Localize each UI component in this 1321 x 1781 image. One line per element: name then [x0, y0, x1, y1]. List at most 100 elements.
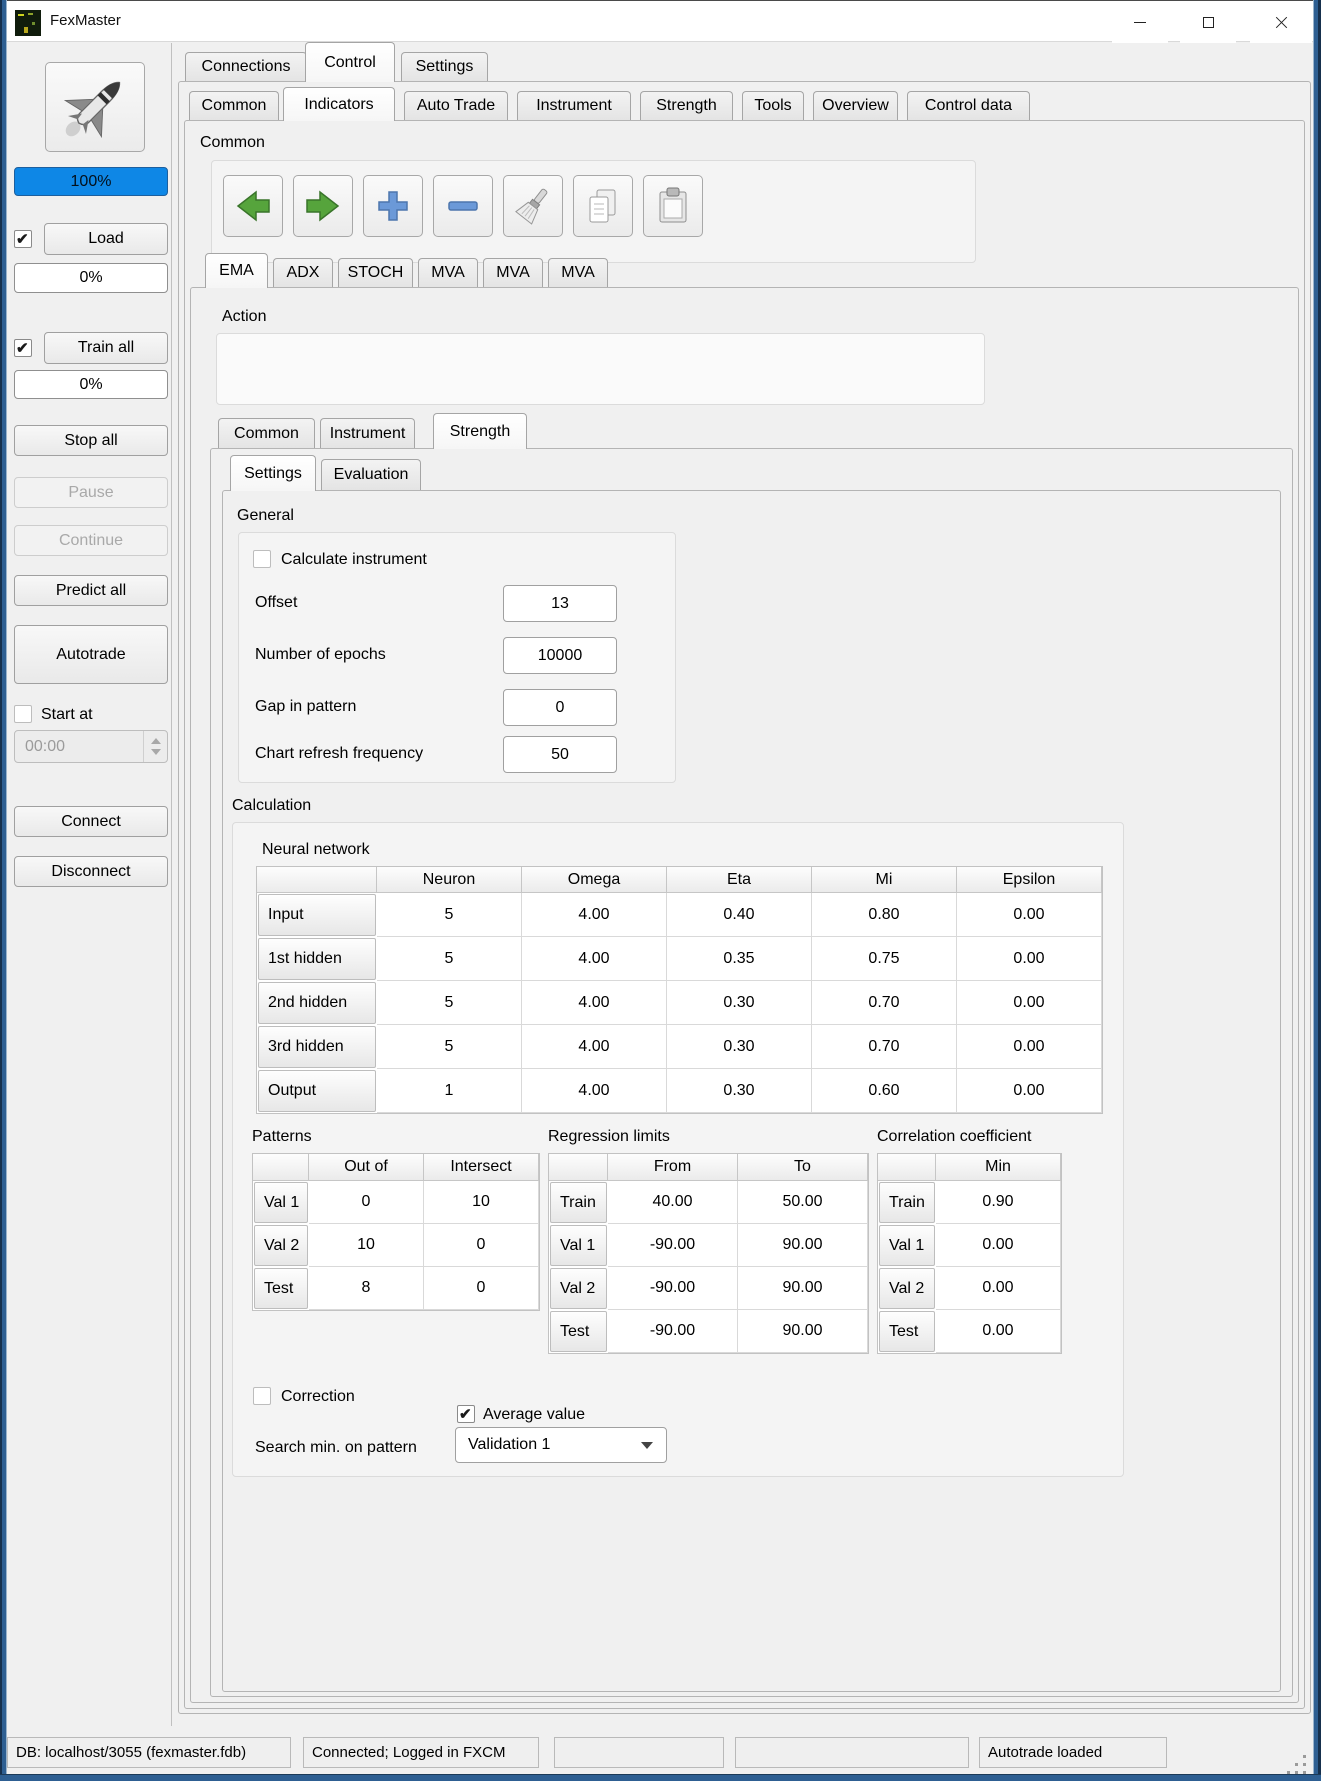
- table-cell[interactable]: 5: [377, 1025, 522, 1069]
- table-cell[interactable]: -90.00: [608, 1267, 738, 1310]
- column-header[interactable]: Eta: [667, 867, 812, 893]
- tab-control[interactable]: Control: [305, 42, 395, 82]
- table-cell[interactable]: 0.40: [667, 893, 812, 937]
- table-cell[interactable]: 0.30: [667, 1069, 812, 1113]
- correction-checkbox[interactable]: [253, 1387, 271, 1405]
- continue-button[interactable]: Continue: [14, 525, 168, 556]
- tab-section-instrument[interactable]: Instrument: [320, 418, 415, 448]
- resize-grip[interactable]: [1280, 1752, 1306, 1774]
- tab-control-data[interactable]: Control data: [907, 91, 1030, 120]
- add-button[interactable]: [363, 175, 423, 237]
- row-header[interactable]: 2nd hidden: [258, 982, 376, 1024]
- row-header[interactable]: Val 2: [879, 1268, 935, 1309]
- table-cell[interactable]: 0.90: [936, 1181, 1061, 1224]
- copy-button[interactable]: [573, 175, 633, 237]
- average-value-checkbox[interactable]: [457, 1405, 475, 1423]
- table-cell[interactable]: 8: [309, 1267, 424, 1310]
- pause-button[interactable]: Pause: [14, 477, 168, 508]
- connect-button[interactable]: Connect: [14, 806, 168, 837]
- scale-image-button[interactable]: [45, 62, 145, 152]
- paste-button[interactable]: [643, 175, 703, 237]
- table-cell[interactable]: 4.00: [522, 1069, 667, 1113]
- tab-mva-3[interactable]: MVA: [548, 258, 608, 287]
- train-checkbox[interactable]: [14, 339, 32, 357]
- column-header[interactable]: Intersect: [424, 1154, 539, 1181]
- table-cell[interactable]: 0.00: [957, 1025, 1102, 1069]
- tab-section-strength[interactable]: Strength: [433, 413, 527, 449]
- table-cell[interactable]: 0.00: [936, 1224, 1061, 1267]
- tab-settings[interactable]: Settings: [401, 52, 488, 81]
- table-cell[interactable]: 0.30: [667, 1025, 812, 1069]
- table-cell[interactable]: 0.00: [936, 1267, 1061, 1310]
- table-cell[interactable]: 0.00: [957, 981, 1102, 1025]
- pattern-select-dropdown[interactable]: Validation 1: [455, 1427, 667, 1463]
- column-header[interactable]: Omega: [522, 867, 667, 893]
- tab-adx[interactable]: ADX: [273, 258, 333, 287]
- table-cell[interactable]: 0.00: [957, 1069, 1102, 1113]
- column-header[interactable]: Epsilon: [957, 867, 1102, 893]
- row-header[interactable]: Train: [550, 1182, 607, 1223]
- column-header[interactable]: To: [738, 1154, 868, 1181]
- table-cell[interactable]: 90.00: [738, 1267, 868, 1310]
- predict-all-button[interactable]: Predict all: [14, 575, 168, 606]
- tab-strength-evaluation[interactable]: Evaluation: [321, 459, 421, 490]
- offset-input[interactable]: 13: [503, 585, 617, 622]
- column-header[interactable]: Min: [936, 1154, 1061, 1181]
- row-header[interactable]: Val 2: [550, 1268, 607, 1309]
- row-header[interactable]: 3rd hidden: [258, 1026, 376, 1068]
- column-header[interactable]: Out of: [309, 1154, 424, 1181]
- autotrade-button[interactable]: Autotrade: [14, 625, 168, 684]
- table-cell[interactable]: 0: [424, 1267, 539, 1310]
- load-checkbox[interactable]: [14, 230, 32, 248]
- epochs-input[interactable]: 10000: [503, 637, 617, 674]
- table-cell[interactable]: 0.30: [667, 981, 812, 1025]
- stop-all-button[interactable]: Stop all: [14, 425, 168, 456]
- row-header[interactable]: Val 1: [550, 1225, 607, 1266]
- tab-mva-2[interactable]: MVA: [483, 258, 543, 287]
- row-header[interactable]: Val 2: [254, 1225, 308, 1266]
- tab-ema[interactable]: EMA: [205, 253, 268, 288]
- forward-button[interactable]: [293, 175, 353, 237]
- row-header[interactable]: Test: [254, 1268, 308, 1309]
- column-header[interactable]: Neuron: [377, 867, 522, 893]
- table-cell[interactable]: 0.70: [812, 1025, 957, 1069]
- row-header[interactable]: Test: [879, 1311, 935, 1352]
- calculate-instrument-checkbox[interactable]: [253, 550, 271, 568]
- table-cell[interactable]: 0.00: [957, 937, 1102, 981]
- tab-strength-settings[interactable]: Settings: [230, 455, 316, 491]
- start-at-checkbox[interactable]: [14, 705, 32, 723]
- minimize-button[interactable]: [1112, 1, 1168, 43]
- row-header[interactable]: Train: [879, 1182, 935, 1223]
- table-cell[interactable]: 0.75: [812, 937, 957, 981]
- close-button[interactable]: [1250, 1, 1312, 43]
- table-cell[interactable]: 1: [377, 1069, 522, 1113]
- table-cell[interactable]: 0.60: [812, 1069, 957, 1113]
- row-header[interactable]: Val 1: [254, 1182, 308, 1223]
- table-cell[interactable]: 4.00: [522, 893, 667, 937]
- chart-refresh-input[interactable]: 50: [503, 736, 617, 773]
- table-cell[interactable]: 0.80: [812, 893, 957, 937]
- tab-section-common[interactable]: Common: [218, 418, 315, 448]
- table-cell[interactable]: 0.00: [957, 893, 1102, 937]
- table-cell[interactable]: 90.00: [738, 1310, 868, 1353]
- table-cell[interactable]: 10: [424, 1181, 539, 1224]
- spinner-buttons[interactable]: [143, 731, 167, 762]
- tab-mva-1[interactable]: MVA: [418, 258, 478, 287]
- table-cell[interactable]: -90.00: [608, 1224, 738, 1267]
- table-cell[interactable]: 4.00: [522, 981, 667, 1025]
- remove-button[interactable]: [433, 175, 493, 237]
- table-cell[interactable]: 5: [377, 893, 522, 937]
- tab-indicators[interactable]: Indicators: [283, 87, 395, 121]
- table-cell[interactable]: 0.00: [936, 1310, 1061, 1353]
- table-cell[interactable]: 5: [377, 981, 522, 1025]
- table-cell[interactable]: 50.00: [738, 1181, 868, 1224]
- row-header[interactable]: Output: [258, 1070, 376, 1112]
- back-button[interactable]: [223, 175, 283, 237]
- row-header[interactable]: Test: [550, 1311, 607, 1352]
- load-button[interactable]: Load: [44, 223, 168, 255]
- table-cell[interactable]: 0.35: [667, 937, 812, 981]
- column-header[interactable]: From: [608, 1154, 738, 1181]
- tab-overview[interactable]: Overview: [813, 91, 898, 120]
- table-cell[interactable]: 0.70: [812, 981, 957, 1025]
- table-cell[interactable]: 4.00: [522, 937, 667, 981]
